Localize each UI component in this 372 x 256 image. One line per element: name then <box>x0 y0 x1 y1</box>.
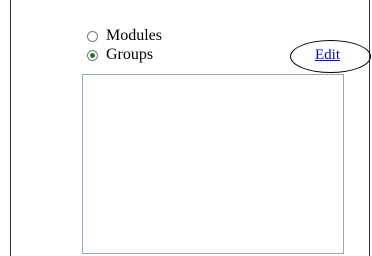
groups-listbox[interactable] <box>82 74 344 254</box>
edit-link[interactable]: Edit <box>315 46 340 64</box>
panel-frame: Modules Groups Edit <box>10 0 371 256</box>
modules-option[interactable]: Modules <box>87 28 162 44</box>
groups-radio[interactable] <box>87 49 98 61</box>
groups-label: Groups <box>106 46 154 63</box>
modules-radio[interactable] <box>87 30 98 42</box>
modules-label: Modules <box>106 27 162 44</box>
groups-option[interactable]: Groups <box>87 47 153 63</box>
